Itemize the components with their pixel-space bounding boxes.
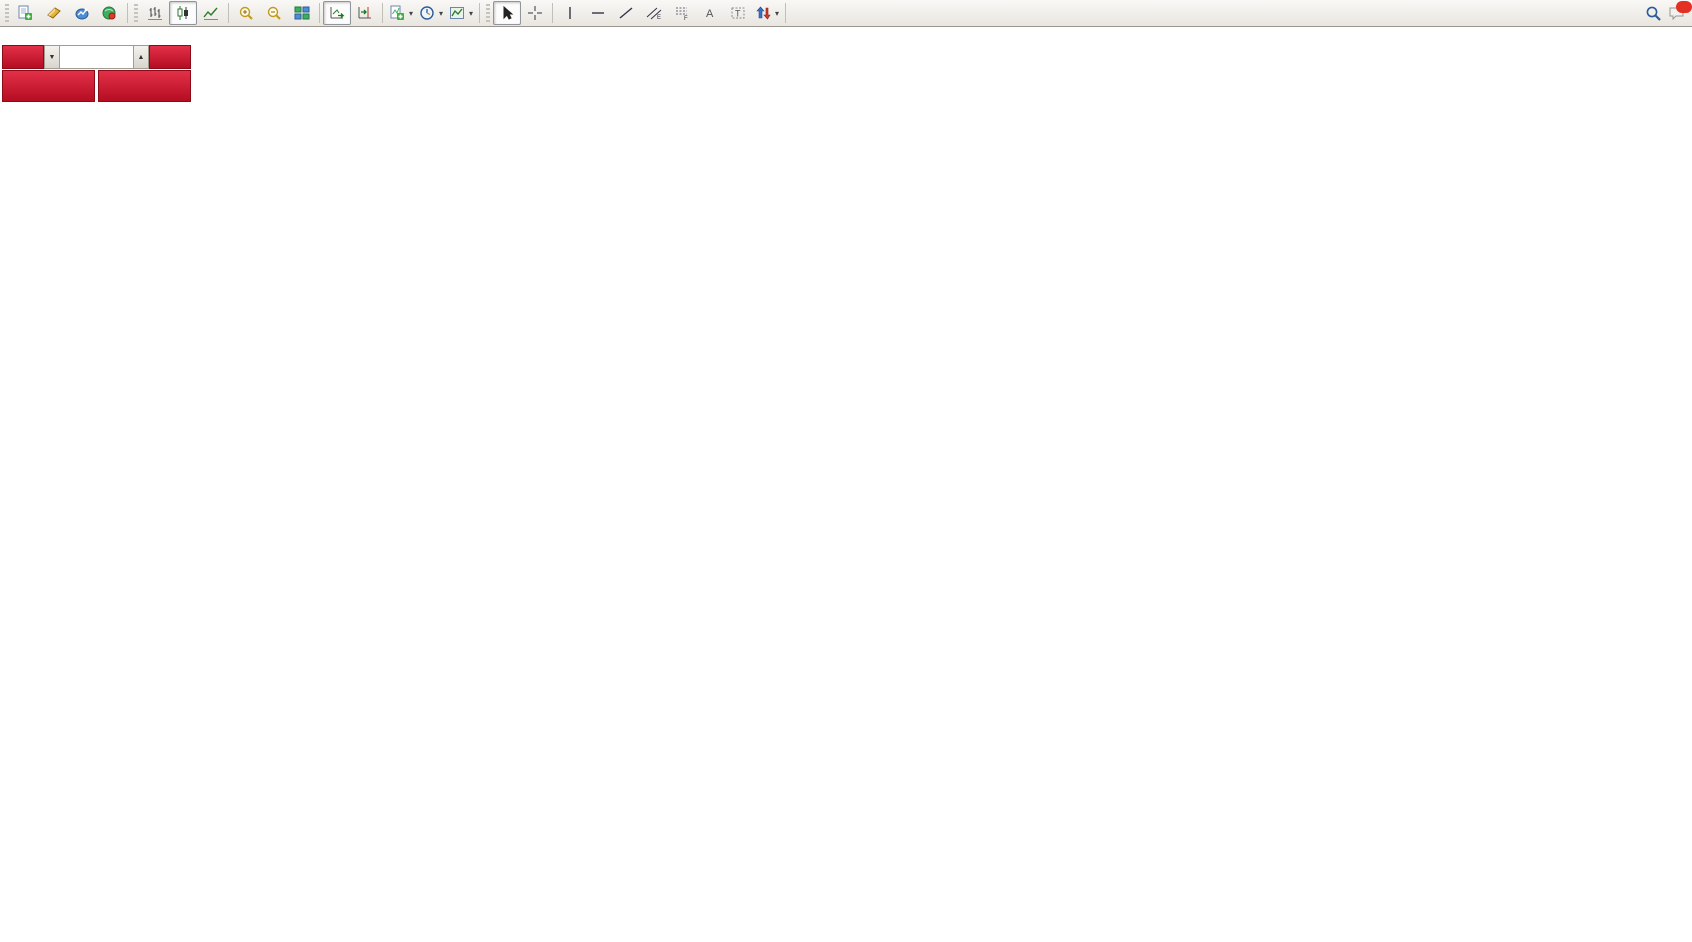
arrows-dropdown-caret[interactable]: ▾: [775, 9, 779, 18]
zoom-in-button[interactable]: [232, 1, 260, 25]
buy-price-button[interactable]: [98, 70, 191, 102]
templates-dropdown-caret[interactable]: ▾: [469, 9, 473, 18]
metaeditor-icon: [46, 5, 62, 21]
line-chart-icon: [203, 5, 219, 21]
terminal-icon: [74, 5, 90, 21]
periods-dropdown-caret[interactable]: ▾: [439, 9, 443, 18]
horizontal-line-tool[interactable]: [584, 1, 612, 25]
auto-trading-button[interactable]: [96, 1, 124, 25]
indicators-icon: [389, 5, 405, 21]
indicators-dropdown-caret[interactable]: ▾: [409, 9, 413, 18]
toolbar-separator: [479, 3, 480, 23]
toolbar-right: [1645, 5, 1690, 22]
cursor-icon: [499, 5, 515, 21]
svg-text:F: F: [684, 16, 688, 21]
notifications-button[interactable]: [1668, 5, 1686, 22]
auto-scroll-icon: [329, 5, 345, 21]
channel-tool[interactable]: E: [640, 1, 668, 25]
chart-shift-icon: [357, 5, 373, 21]
zoom-in-icon: [238, 5, 254, 21]
toolbar-grip[interactable]: [134, 4, 138, 22]
vertical-line-icon: [563, 5, 577, 21]
toolbar-grip[interactable]: [486, 4, 490, 22]
line-chart-button[interactable]: [197, 1, 225, 25]
indicators-button[interactable]: ▾: [386, 1, 416, 25]
periods-button[interactable]: ▾: [416, 1, 446, 25]
svg-text:E: E: [657, 15, 661, 21]
candlestick-chart-button[interactable]: [169, 1, 197, 25]
horizontal-line-icon: [590, 5, 606, 21]
zoom-out-button[interactable]: [260, 1, 288, 25]
zoom-out-icon: [266, 5, 282, 21]
templates-icon: [449, 5, 465, 21]
toolbar-separator: [785, 3, 786, 23]
clock-icon: [419, 5, 435, 21]
bar-chart-icon: [147, 5, 163, 21]
bar-chart-button[interactable]: [141, 1, 169, 25]
crosshair-tool-button[interactable]: [521, 1, 549, 25]
volume-decrease-button[interactable]: ▼: [44, 45, 60, 69]
buy-button[interactable]: [149, 45, 191, 69]
chart-shift-button[interactable]: [351, 1, 379, 25]
text-tool[interactable]: A: [696, 1, 724, 25]
svg-text:A: A: [706, 8, 714, 20]
main-toolbar: ▾ ▾ ▾: [0, 0, 1692, 27]
fibonacci-icon: F: [674, 5, 690, 21]
toolbar-separator: [382, 3, 383, 23]
notification-badge: [1676, 1, 1692, 13]
terminal-button[interactable]: [68, 1, 96, 25]
auto-trading-icon: [101, 5, 117, 21]
trendline-tool[interactable]: [612, 1, 640, 25]
toolbar-separator: [228, 3, 229, 23]
candlestick-chart-icon: [175, 5, 191, 21]
volume-input[interactable]: [60, 46, 133, 68]
auto-scroll-button[interactable]: [323, 1, 351, 25]
arrows-tool[interactable]: ▾: [752, 1, 782, 25]
channel-icon: E: [646, 5, 662, 21]
crosshair-icon: [527, 5, 543, 21]
text-icon: A: [703, 5, 717, 21]
search-icon[interactable]: [1645, 5, 1662, 22]
fibonacci-tool[interactable]: F: [668, 1, 696, 25]
metaeditor-button[interactable]: [40, 1, 68, 25]
templates-button[interactable]: ▾: [446, 1, 476, 25]
sell-button[interactable]: [2, 45, 44, 69]
toolbar-grip[interactable]: [5, 4, 9, 22]
new-order-button[interactable]: [12, 1, 40, 25]
volume-increase-button[interactable]: ▲: [133, 45, 149, 69]
tile-windows-button[interactable]: [288, 1, 316, 25]
text-label-icon: T: [730, 5, 746, 21]
toolbar-separator: [552, 3, 553, 23]
toolbar-separator: [319, 3, 320, 23]
cursor-tool-button[interactable]: [493, 1, 521, 25]
text-label-tool[interactable]: T: [724, 1, 752, 25]
one-click-trading-panel: ▼ ▲: [2, 45, 191, 102]
chart-canvas[interactable]: [0, 0, 1692, 942]
tile-windows-icon: [294, 5, 310, 21]
vertical-line-tool[interactable]: [556, 1, 584, 25]
arrow-shapes-icon: [755, 5, 771, 21]
sell-price-button[interactable]: [2, 70, 95, 102]
new-order-icon: [17, 5, 33, 21]
toolbar-separator: [127, 3, 128, 23]
trendline-icon: [618, 5, 634, 21]
svg-text:T: T: [735, 9, 741, 19]
